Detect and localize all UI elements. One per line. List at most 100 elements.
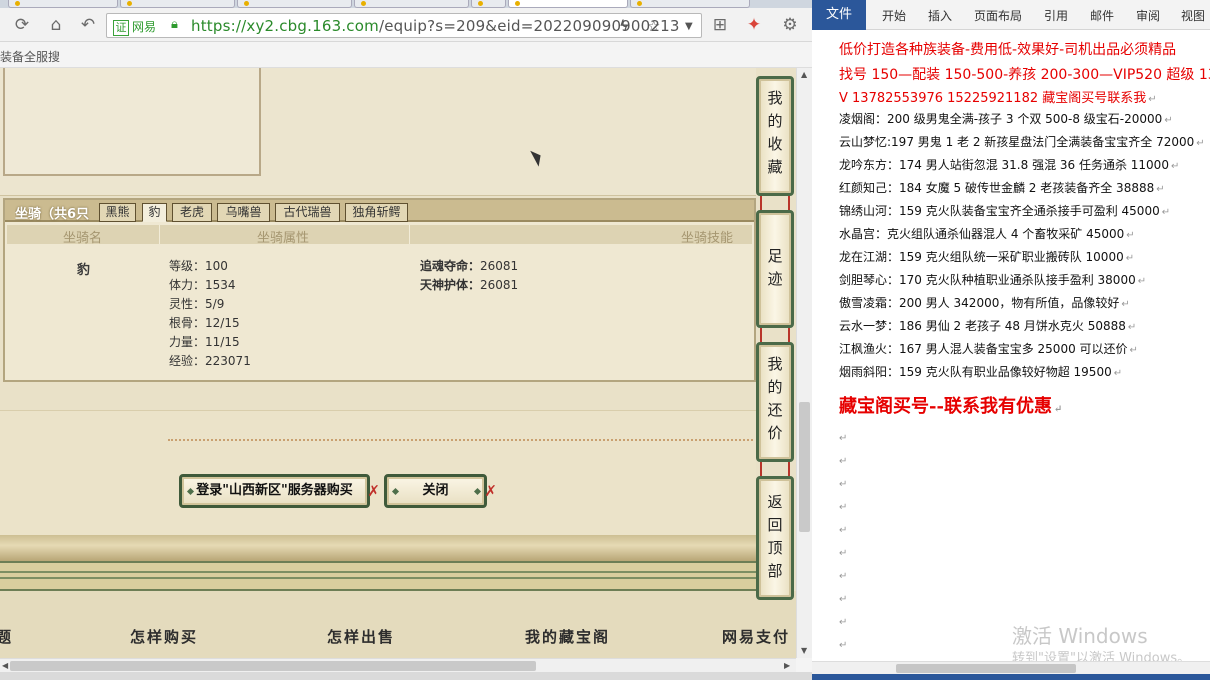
ribbon-tabs: 文件 开始 插入 页面布局 引用 邮件 审阅 视图 — [812, 0, 1210, 30]
tab-file[interactable]: 文件 — [812, 0, 866, 30]
footer-link-my-treasure[interactable]: 我的藏宝阁 — [525, 626, 610, 647]
scroll-up-icon[interactable]: ▲ — [801, 70, 807, 79]
tab-mount-unicorn-croc[interactable]: 独角斩鳄 — [345, 203, 408, 222]
scroll-right-icon[interactable]: ▶ — [784, 661, 790, 670]
my-favorites-button[interactable]: 我的收藏 — [756, 76, 794, 196]
tools-icon[interactable]: ⚙ — [778, 13, 802, 37]
lightning-icon[interactable]: ϟ — [619, 17, 629, 35]
url-host: https://xy2.cbg.163.com — [191, 17, 379, 35]
footprint-button[interactable]: 足迹 — [756, 210, 794, 328]
tab-home[interactable]: 开始 — [882, 7, 906, 24]
dropdown-icon[interactable]: ▼ — [685, 21, 693, 32]
attr-experience: 经验：223071 — [169, 354, 251, 368]
tab-references[interactable]: 引用 — [1044, 7, 1068, 24]
browser-tab-active[interactable] — [508, 0, 628, 8]
column-mount-skills: 坐骑技能 — [681, 231, 734, 246]
attr-spirit: 灵性：5/9 — [169, 297, 225, 311]
close-button[interactable]: 关闭 ✗ — [384, 474, 497, 508]
mount-name: 豹 — [77, 263, 91, 278]
footer-link-faq[interactable]: 题 — [0, 626, 13, 647]
browser-window: ⟳ ⌂ ↶ 证网易 🔒︎ https://xy2.cbg.163.com/equ… — [0, 0, 812, 680]
address-bar[interactable]: 证网易 🔒︎ https://xy2.cbg.163.com/equip?s=2… — [106, 13, 702, 38]
highlight-line: 藏宝阁买号--联系我有优惠 ↵ — [839, 396, 1063, 417]
webpage: 坐骑（共6只 黑熊 豹 老虎 乌嘴兽 古代瑞兽 独角斩鳄 坐骑名 坐骑属性 坐骑… — [0, 68, 796, 658]
tab-mount-tiger[interactable]: 老虎 — [172, 203, 212, 222]
grid-icon[interactable]: ⊞ — [708, 13, 732, 37]
paragraph-mark-icon: ↵ — [839, 525, 848, 536]
url-path: /equip?s=209&eid=202209090900213 — [378, 17, 680, 35]
browser-tab[interactable] — [8, 0, 118, 8]
certificate-label: 网易 — [132, 20, 157, 34]
back-to-top-button[interactable]: 返回顶部 — [756, 476, 794, 600]
side-connector — [760, 462, 790, 476]
star-icon[interactable]: ☆ — [647, 17, 660, 35]
listing-line: 剑胆琴心：170 克火队种植职业通杀队接手盈利 38000 ↵ — [839, 273, 1147, 287]
attr-level: 等级：100 — [169, 259, 228, 273]
paragraph-mark-icon: ↵ — [839, 594, 848, 605]
bookmark-bar: 装备全服搜 — [0, 43, 812, 68]
tab-mount-black-bear[interactable]: 黑熊 — [99, 203, 136, 222]
listing-line: 水晶宫：克火组队通杀仙器混人 4 个畜牧采矿 45000 ↵ — [839, 227, 1135, 241]
attr-bone: 根骨：12/15 — [169, 316, 240, 330]
mount-panel: 坐骑（共6只 黑熊 豹 老虎 乌嘴兽 古代瑞兽 独角斩鳄 坐骑名 坐骑属性 坐骑… — [3, 198, 756, 382]
footer-link-how-to-buy[interactable]: 怎样购买 — [130, 626, 198, 647]
browser-tab[interactable] — [630, 0, 750, 8]
document-body[interactable]: 低价打造各种族装备-费用低-效果好-司机出品必须精品 找号 150—配装 150… — [812, 31, 1210, 661]
horizontal-scroll-thumb[interactable] — [10, 661, 536, 671]
mount-tab-bar: 坐骑（共6只 黑熊 豹 老虎 乌嘴兽 古代瑞兽 独角斩鳄 — [5, 200, 754, 222]
browser-tab[interactable] — [471, 0, 506, 8]
undo-icon[interactable]: ↶ — [76, 13, 100, 37]
paragraph-mark-icon: ↵ — [839, 640, 848, 651]
mouse-cursor-icon — [530, 147, 545, 167]
browser-tab[interactable] — [120, 0, 235, 8]
skill-divine-guard: 天神护体：26081 — [420, 278, 519, 292]
scroll-down-icon[interactable]: ▼ — [801, 646, 807, 655]
browser-tab[interactable] — [354, 0, 469, 8]
listing-line: 江枫渔火：167 男人混人装备宝宝多 25000 可以还价 ↵ — [839, 342, 1138, 356]
tab-mount-leopard[interactable]: 豹 — [142, 203, 167, 222]
footer-link-how-to-sell[interactable]: 怎样出售 — [327, 626, 395, 647]
image-box — [3, 68, 261, 176]
url-text[interactable]: https://xy2.cbg.163.com/equip?s=209&eid=… — [191, 17, 680, 35]
promo-line: 低价打造各种族装备-费用低-效果好-司机出品必须精品 — [839, 42, 1177, 58]
mount-panel-title: 坐骑（共6只 — [15, 207, 90, 222]
listing-line: 傲雪凌霜：200 男人 342000，物有所值，品像较好 ↵ — [839, 296, 1130, 310]
paragraph-mark-icon: ↵ — [839, 617, 848, 628]
gamepad-icon[interactable]: ✦ — [742, 13, 766, 37]
browser-tab[interactable] — [237, 0, 352, 8]
listing-line: 烟雨斜阳：159 克火队有职业品像较好物超 19500 ↵ — [839, 365, 1123, 379]
screen: ⟳ ⌂ ↶ 证网易 🔒︎ https://xy2.cbg.163.com/equ… — [0, 0, 1210, 680]
listing-line: 龙在江湖：159 克火组队统一采矿职业搬砖队 10000 ↵ — [839, 250, 1135, 264]
scroll-left-icon[interactable]: ◀ — [2, 661, 8, 670]
horizontal-scrollbar[interactable]: ◀ ▶ — [0, 658, 796, 672]
decorative-scroll-bottom — [0, 561, 756, 591]
footer-link-netease-pay[interactable]: 网易支付 — [722, 626, 790, 647]
decorative-scroll-top — [0, 535, 756, 561]
mount-table-header: 坐骑名 坐骑属性 坐骑技能 — [7, 225, 752, 246]
home-icon[interactable]: ⌂ — [44, 13, 68, 37]
tab-review[interactable]: 审阅 — [1136, 7, 1160, 24]
word-horizontal-scrollbar[interactable] — [812, 661, 1210, 674]
login-buy-button[interactable]: 登录"山西新区"服务器购买 ✗ — [179, 474, 380, 508]
attr-stamina: 体力：1534 — [169, 278, 236, 292]
tab-view[interactable]: 视图 — [1181, 7, 1205, 24]
tab-mailings[interactable]: 邮件 — [1090, 7, 1114, 24]
certificate-badge[interactable]: 证网易 — [113, 18, 157, 36]
listing-line: 云山梦忆:197 男鬼 1 老 2 新孩星盘法门全满装备宝宝齐全 72000 ↵ — [839, 135, 1205, 149]
tab-insert[interactable]: 插入 — [928, 7, 952, 24]
tab-page-layout[interactable]: 页面布局 — [974, 7, 1022, 24]
bookmark-item[interactable]: 装备全服搜 — [0, 48, 60, 65]
vertical-scroll-thumb[interactable] — [799, 402, 810, 532]
vertical-scrollbar[interactable]: ▲ ▼ — [796, 68, 812, 658]
tab-mount-ancient-beast[interactable]: 古代瑞兽 — [275, 203, 340, 222]
certificate-icon: 证 — [113, 20, 129, 36]
skill-chase-soul: 追魂夺命：26081 — [420, 259, 519, 273]
paragraph-mark-icon: ↵ — [839, 479, 848, 490]
tab-strip — [0, 0, 812, 8]
my-bargain-button[interactable]: 我的还价 — [756, 342, 794, 462]
tab-mount-crow-beast[interactable]: 乌嘴兽 — [217, 203, 270, 222]
refresh-icon[interactable]: ⟳ — [10, 13, 34, 37]
paragraph-mark-icon: ↵ — [839, 548, 848, 559]
column-mount-attributes: 坐骑属性 — [257, 231, 310, 246]
word-scroll-thumb[interactable] — [896, 664, 1076, 673]
